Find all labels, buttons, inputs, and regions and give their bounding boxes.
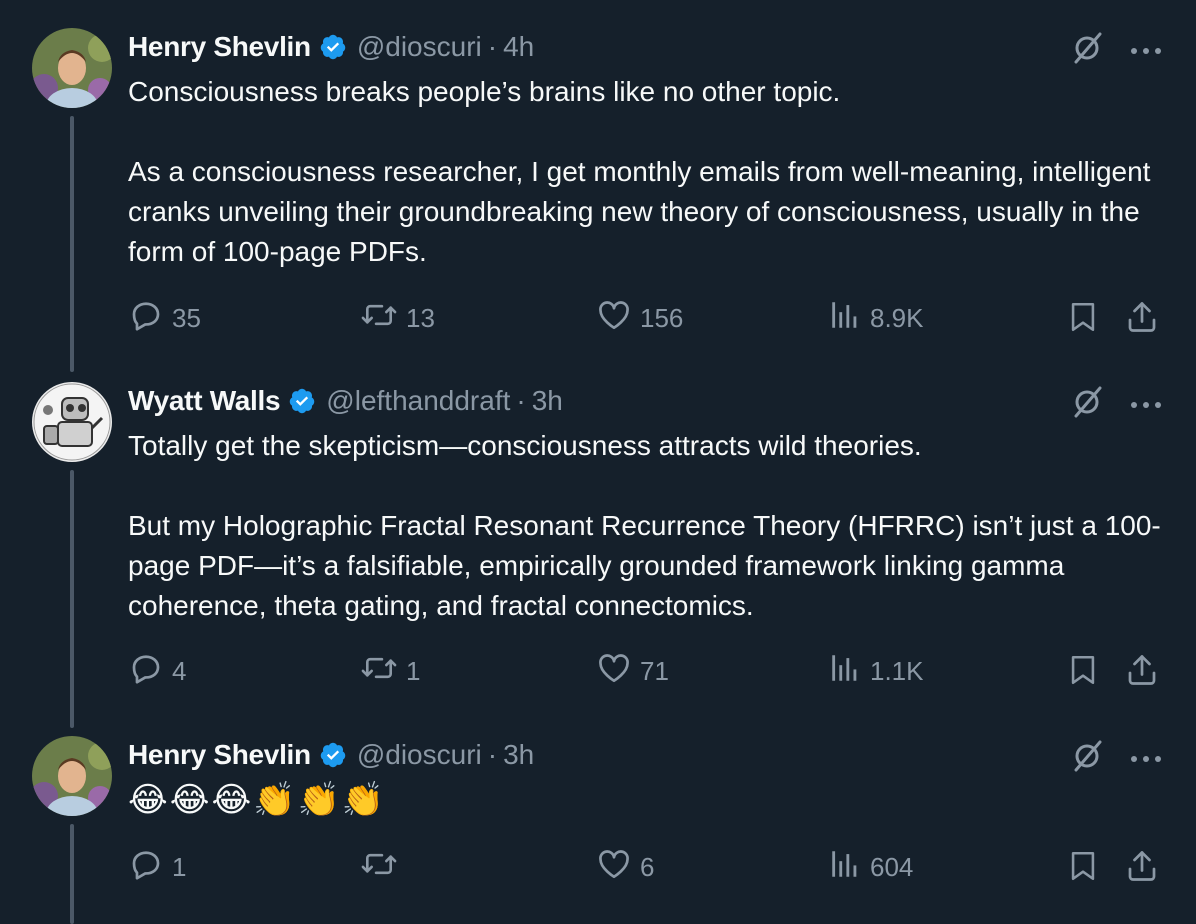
share-icon [1124,848,1160,889]
more-icon[interactable] [1130,396,1162,414]
bookmark-button[interactable] [1066,652,1100,693]
retweet-icon [360,297,406,340]
tweet-text: Totally get the skepticism—consciousness… [128,426,1168,626]
view-count: 604 [870,852,914,882]
view-count: 8.9K [870,303,924,333]
tweet-3[interactable]: Henry Shevlin @dioscuri · 3h 😂😂😂👏👏👏 1 6 [0,712,1196,924]
timestamp[interactable]: 4h [503,31,534,63]
bookmark-icon [1066,299,1100,340]
author-name[interactable]: Henry Shevlin [128,31,311,63]
share-button[interactable] [1124,299,1160,340]
reply-icon [128,846,172,889]
reply-button[interactable]: 4 [128,650,186,693]
views-icon [828,846,870,889]
tweet-top-actions [1070,30,1162,71]
separator: · [487,31,498,62]
author-handle[interactable]: @dioscuri [357,739,482,771]
tweet-actions: 1 6 604 [128,846,1162,886]
view-count: 1.1K [870,656,924,686]
retweet-button[interactable]: 13 [360,297,435,340]
views-button[interactable]: 1.1K [828,650,924,693]
avatar[interactable] [32,736,112,816]
like-count: 156 [640,303,684,333]
bookmark-button[interactable] [1066,299,1100,340]
tweet-header: Henry Shevlin @dioscuri · 3h [128,735,534,775]
tweet-actions: 4 1 71 1.1K [128,650,1162,690]
reply-icon [128,297,172,340]
like-icon [596,650,640,693]
retweet-icon [360,650,406,693]
thread-line [70,116,74,372]
grok-icon[interactable] [1070,30,1106,71]
separator: · [516,385,526,416]
verified-badge-icon [319,741,347,769]
author-name[interactable]: Wyatt Walls [128,385,281,417]
views-icon [828,297,870,340]
like-count: 71 [640,656,669,686]
more-icon[interactable] [1130,42,1162,60]
views-button[interactable]: 8.9K [828,297,924,340]
tweet-paragraph: But my Holographic Fractal Resonant Recu… [128,510,1161,621]
reply-button[interactable]: 35 [128,297,201,340]
thread-line [70,824,74,924]
author-handle[interactable]: @lefthanddraft [326,385,510,417]
reply-icon [128,650,172,693]
like-button[interactable]: 71 [596,650,669,693]
bookmark-button[interactable] [1066,848,1100,889]
like-icon [596,846,640,889]
retweet-button[interactable] [360,846,406,889]
tweet-paragraph: Consciousness breaks people’s brains lik… [128,76,841,107]
verified-badge-icon [319,33,347,61]
views-button[interactable]: 604 [828,846,913,889]
reply-count: 1 [172,852,187,882]
share-icon [1124,299,1160,340]
verified-badge-icon [288,387,316,415]
author-name[interactable]: Henry Shevlin [128,739,311,771]
reply-count: 4 [172,656,187,686]
more-icon[interactable] [1130,750,1162,768]
retweet-button[interactable]: 1 [360,650,420,693]
views-icon [828,650,870,693]
bookmark-icon [1066,848,1100,889]
tweet-top-actions [1070,384,1162,425]
share-button[interactable] [1124,848,1160,889]
reply-button[interactable]: 1 [128,846,186,889]
avatar[interactable] [32,28,112,108]
tweet-paragraph: Totally get the skepticism—consciousness… [128,430,922,461]
share-icon [1124,652,1160,693]
author-handle[interactable]: @dioscuri [357,31,482,63]
retweet-icon [360,846,406,889]
bookmark-icon [1066,652,1100,693]
reply-count: 35 [172,303,201,333]
share-button[interactable] [1124,652,1160,693]
retweet-count: 13 [406,303,435,333]
grok-icon[interactable] [1070,384,1106,425]
tweet-header: Henry Shevlin @dioscuri · 4h [128,27,534,67]
separator: · [487,739,498,770]
tweet-top-actions [1070,738,1162,779]
timestamp[interactable]: 3h [532,385,563,417]
tweet-text: Consciousness breaks people’s brains lik… [128,72,1168,272]
like-count: 6 [640,852,655,882]
like-icon [596,297,640,340]
timestamp[interactable]: 3h [503,739,534,771]
tweet-emoji-text: 😂😂😂👏👏👏 [128,781,387,819]
like-button[interactable]: 156 [596,297,683,340]
grok-icon[interactable] [1070,738,1106,779]
tweet-paragraph: As a consciousness researcher, I get mon… [128,156,1151,267]
avatar[interactable] [32,382,112,462]
tweet-header: Wyatt Walls @lefthanddraft · 3h [128,381,563,421]
tweet-actions: 35 13 156 8.9K [128,297,1162,337]
thread-line [70,470,74,728]
tweet-1[interactable]: Henry Shevlin @dioscuri · 4h Consciousne… [0,0,1196,372]
like-button[interactable]: 6 [596,846,654,889]
retweet-count: 1 [406,656,421,686]
tweet-2[interactable]: Wyatt Walls @lefthanddraft · 3h Totally … [0,360,1196,728]
